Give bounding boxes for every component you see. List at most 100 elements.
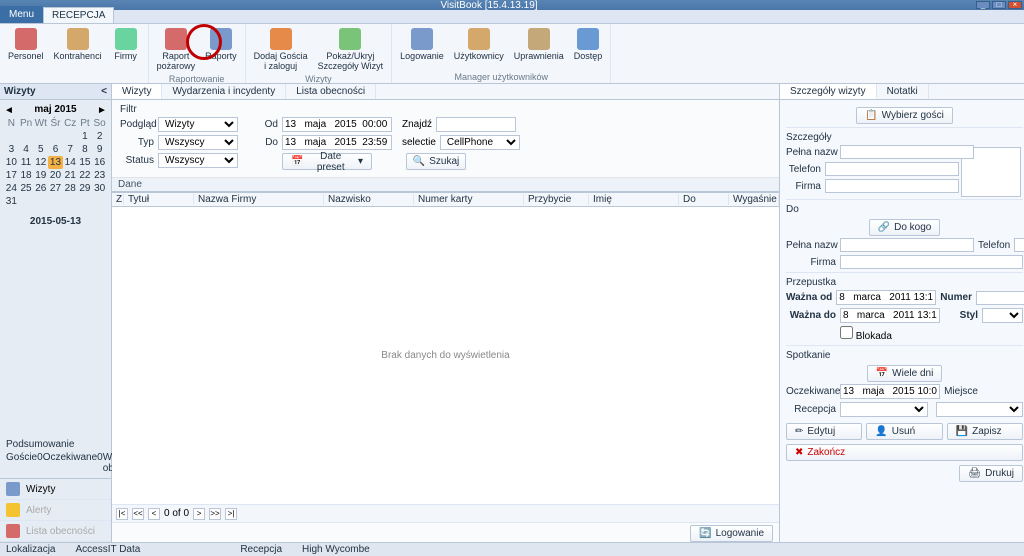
col-numer karty[interactable]: Numer karty bbox=[414, 194, 524, 205]
max-button[interactable]: □ bbox=[992, 1, 1006, 9]
cal-day[interactable]: 3 bbox=[4, 143, 19, 156]
cal-day[interactable]: 11 bbox=[19, 156, 34, 169]
right-tab-0[interactable]: Szczegóły wizyty bbox=[780, 84, 877, 99]
zakoncz-button[interactable]: ✖ Zakończ bbox=[786, 444, 1023, 461]
nav-alerty[interactable]: Alerty bbox=[0, 500, 111, 521]
do-firma-input[interactable] bbox=[840, 255, 1023, 269]
miejsce-select[interactable] bbox=[936, 402, 1024, 417]
cal-day[interactable]: 23 bbox=[92, 169, 107, 182]
nav-lista obecności[interactable]: Lista obecności bbox=[0, 521, 111, 542]
cal-day[interactable]: 1 bbox=[78, 130, 93, 143]
tel-input[interactable] bbox=[825, 162, 959, 176]
wazna-do-input[interactable] bbox=[840, 308, 940, 323]
cal-day[interactable]: 9 bbox=[92, 143, 107, 156]
cal-day[interactable]: 20 bbox=[48, 169, 63, 182]
recepcja-select[interactable] bbox=[840, 402, 928, 417]
ribbon-użytkownicy[interactable]: Użytkownicy bbox=[450, 26, 508, 64]
cal-day[interactable]: 16 bbox=[92, 156, 107, 169]
cal-day[interactable]: 21 bbox=[63, 169, 78, 182]
pg-first[interactable]: |< bbox=[116, 508, 128, 520]
cal-day[interactable]: 22 bbox=[78, 169, 93, 182]
styl-select[interactable] bbox=[982, 308, 1023, 323]
selectie-select[interactable]: CellPhone bbox=[440, 135, 520, 150]
ribbon-raporty[interactable]: Raporty bbox=[201, 26, 241, 74]
wybierz-button[interactable]: 📋 Wybierz gości bbox=[856, 107, 953, 124]
cal-day[interactable]: 25 bbox=[19, 182, 34, 195]
cal-day[interactable]: 15 bbox=[78, 156, 93, 169]
tab-wydarzenia-i-incydenty[interactable]: Wydarzenia i incydenty bbox=[162, 84, 286, 99]
cal-next[interactable]: ► bbox=[97, 105, 107, 115]
wazna-od-input[interactable] bbox=[836, 290, 936, 305]
cal-day[interactable]: 8 bbox=[78, 143, 93, 156]
do-pelna-input[interactable] bbox=[840, 238, 974, 252]
do-tel-input[interactable] bbox=[1014, 238, 1024, 252]
min-button[interactable]: _ bbox=[976, 1, 990, 9]
close-button[interactable]: × bbox=[1008, 1, 1022, 9]
od-input[interactable] bbox=[282, 117, 392, 132]
tab-lista-obecności[interactable]: Lista obecności bbox=[286, 84, 376, 99]
cal-day[interactable]: 17 bbox=[4, 169, 19, 182]
cal-day[interactable]: 12 bbox=[33, 156, 48, 169]
cal-day[interactable]: 18 bbox=[19, 169, 34, 182]
date-preset-button[interactable]: 📅Date preset▾ bbox=[282, 153, 372, 170]
right-tab-1[interactable]: Notatki bbox=[877, 84, 929, 99]
collapse-icon[interactable]: < bbox=[101, 86, 107, 97]
cal-day[interactable]: 31 bbox=[4, 195, 19, 208]
cal-day[interactable]: 10 bbox=[4, 156, 19, 169]
cal-day[interactable]: 5 bbox=[33, 143, 48, 156]
cal-day[interactable]: 2 bbox=[92, 130, 107, 143]
ribbon-dostęp[interactable]: Dostęp bbox=[570, 26, 607, 64]
edytuj-button[interactable]: ✏ Edytuj bbox=[786, 423, 862, 440]
znajdz-input[interactable] bbox=[436, 117, 516, 132]
cal-day[interactable]: 14 bbox=[63, 156, 78, 169]
logowanie-button[interactable]: 🔄 Logowanie bbox=[690, 525, 773, 542]
ribbon-logowanie[interactable]: Logowanie bbox=[396, 26, 448, 64]
col-wygaśnie[interactable]: Wygaśnie bbox=[729, 194, 779, 205]
status-select[interactable]: Wszyscy bbox=[158, 153, 238, 168]
menu-tab[interactable]: Menu bbox=[0, 6, 43, 23]
cal-day[interactable]: 19 bbox=[33, 169, 48, 182]
ribbon-raport[interactable]: Raport pożarowy bbox=[153, 26, 200, 74]
blokada-check[interactable]: Blokada bbox=[840, 326, 892, 342]
zapisz-button[interactable]: 💾 Zapisz bbox=[947, 423, 1023, 440]
cal-day[interactable]: 7 bbox=[63, 143, 78, 156]
numer-input[interactable] bbox=[976, 291, 1024, 305]
firma-input[interactable] bbox=[825, 179, 959, 193]
pelna-input[interactable] bbox=[840, 145, 974, 159]
ribbon-dodaj gościa[interactable]: Dodaj Gościa i zaloguj bbox=[250, 26, 312, 74]
ribbon-personel[interactable]: Personel bbox=[4, 26, 48, 64]
pg-prevfast[interactable]: << bbox=[132, 508, 144, 520]
cal-day[interactable]: 6 bbox=[48, 143, 63, 156]
col-tytuł[interactable]: Tytuł bbox=[124, 194, 194, 205]
szukaj-button[interactable]: 🔍 Szukaj bbox=[406, 153, 466, 170]
pg-last[interactable]: >| bbox=[225, 508, 237, 520]
ribbon-firmy[interactable]: Firmy bbox=[108, 26, 144, 64]
wiele-button[interactable]: 📅 Wiele dni bbox=[867, 365, 943, 382]
col-imię[interactable]: Imię bbox=[589, 194, 679, 205]
cal-day[interactable]: 13 bbox=[48, 156, 63, 169]
cal-day[interactable]: 28 bbox=[63, 182, 78, 195]
cal-prev[interactable]: ◄ bbox=[4, 105, 14, 115]
cal-day[interactable]: 30 bbox=[92, 182, 107, 195]
col-przybycie[interactable]: Przybycie bbox=[524, 194, 589, 205]
tab-wizyty[interactable]: Wizyty bbox=[112, 84, 162, 99]
cal-day[interactable]: 4 bbox=[19, 143, 34, 156]
usun-button[interactable]: 👤 Usuń bbox=[866, 423, 942, 440]
tab-recepcja[interactable]: RECEPCJA bbox=[43, 7, 114, 23]
col-nazwa firmy[interactable]: Nazwa Firmy bbox=[194, 194, 324, 205]
cal-day[interactable]: 24 bbox=[4, 182, 19, 195]
oczek-input[interactable] bbox=[840, 384, 940, 399]
cal-day[interactable]: 27 bbox=[48, 182, 63, 195]
nav-wizyty[interactable]: Wizyty bbox=[0, 479, 111, 500]
podglad-select[interactable]: Wizyty bbox=[158, 117, 238, 132]
ribbon-uprawnienia[interactable]: Uprawnienia bbox=[510, 26, 568, 64]
typ-select[interactable]: Wszyscy bbox=[158, 135, 238, 150]
do-input[interactable] bbox=[282, 135, 392, 150]
col-nazwisko[interactable]: Nazwisko bbox=[324, 194, 414, 205]
cal-day[interactable]: 26 bbox=[33, 182, 48, 195]
ribbon-kontrahenci[interactable]: Kontrahenci bbox=[50, 26, 106, 64]
cal-day[interactable]: 29 bbox=[78, 182, 93, 195]
pg-prev[interactable]: < bbox=[148, 508, 160, 520]
drukuj-button[interactable]: 🖨 Drukuj bbox=[959, 465, 1023, 482]
dokogo-button[interactable]: 🔗 Do kogo bbox=[869, 219, 941, 236]
